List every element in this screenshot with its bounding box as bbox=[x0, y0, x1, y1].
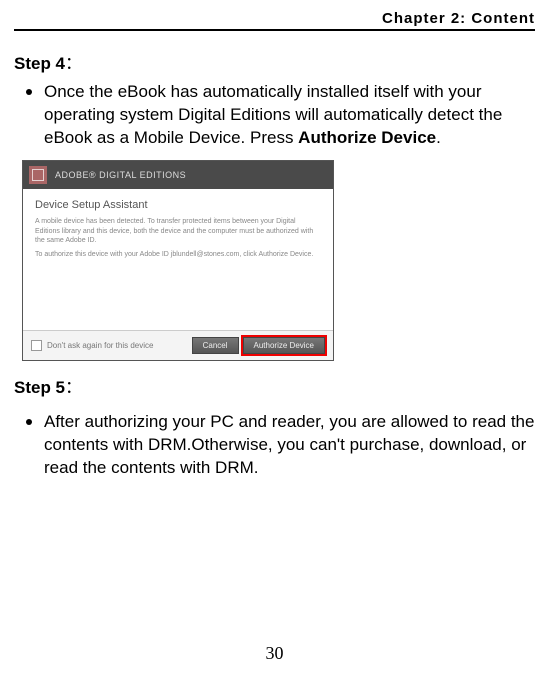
step4-title: Step 4： bbox=[14, 49, 535, 74]
step5-list: After authorizing your PC and reader, yo… bbox=[14, 408, 535, 480]
dialog-spacer bbox=[35, 264, 321, 324]
dialog-line2: To authorize this device with your Adobe… bbox=[35, 250, 321, 260]
step5-label: Step 5 bbox=[14, 378, 65, 397]
chapter-header: Chapter 2: Content bbox=[14, 10, 535, 31]
authorize-device-button[interactable]: Authorize Device bbox=[243, 337, 325, 354]
step5-colon: ： bbox=[65, 378, 82, 397]
step4-item: Once the eBook has automatically install… bbox=[44, 78, 535, 150]
step4-bold: Authorize Device bbox=[298, 128, 436, 147]
dialog-titlebar: ADOBE® DIGITAL EDITIONS bbox=[23, 161, 333, 189]
step5-text: After authorizing your PC and reader, yo… bbox=[44, 412, 534, 477]
dialog-app-title: ADOBE® DIGITAL EDITIONS bbox=[55, 170, 186, 180]
step4-text-after: . bbox=[436, 128, 441, 147]
step4-label: Step 4 bbox=[14, 54, 65, 73]
dialog-footer: Don't ask again for this device Cancel A… bbox=[23, 330, 333, 360]
step5-title: Step 5： bbox=[14, 373, 535, 398]
step5-item: After authorizing your PC and reader, yo… bbox=[44, 408, 535, 480]
dialog-screenshot: ADOBE® DIGITAL EDITIONS Device Setup Ass… bbox=[22, 160, 334, 361]
dialog-line1: A mobile device has been detected. To tr… bbox=[35, 217, 321, 246]
dont-ask-checkbox[interactable] bbox=[31, 340, 42, 351]
step4-list: Once the eBook has automatically install… bbox=[14, 78, 535, 150]
dont-ask-label: Don't ask again for this device bbox=[47, 341, 188, 350]
dialog-heading: Device Setup Assistant bbox=[35, 199, 321, 211]
step4-colon: ： bbox=[65, 54, 82, 73]
page-number: 30 bbox=[0, 643, 549, 664]
adobe-logo-icon bbox=[29, 166, 47, 184]
cancel-button[interactable]: Cancel bbox=[192, 337, 239, 354]
dialog-body: Device Setup Assistant A mobile device h… bbox=[23, 189, 333, 330]
